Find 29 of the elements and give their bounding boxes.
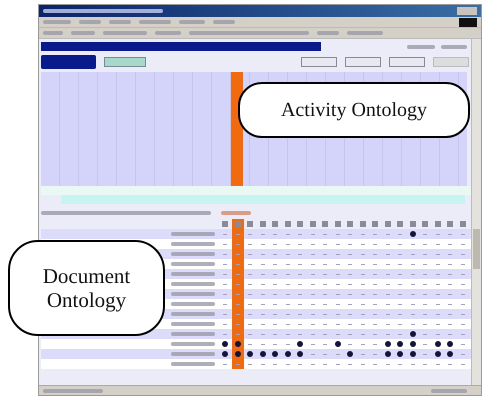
- blurred-status-text: [431, 388, 467, 392]
- column-header-cell[interactable]: [232, 219, 244, 229]
- blurred-text: [171, 322, 215, 326]
- callout-label: Document Ontology: [8, 240, 165, 336]
- blurred-link[interactable]: [441, 44, 467, 48]
- browser-logo-icon: [459, 18, 477, 26]
- blurred-text: [171, 312, 215, 316]
- blurred-text: [171, 292, 215, 296]
- blurred-text: [171, 242, 215, 246]
- blurred-text: [171, 232, 215, 236]
- blurred-text: [171, 272, 215, 276]
- blurred-text: [171, 262, 215, 266]
- blurred-text: [171, 252, 215, 256]
- blurred-text: [171, 282, 215, 286]
- blurred-text: [171, 342, 215, 346]
- dropdown-field[interactable]: [104, 57, 146, 67]
- page-logo: [41, 55, 96, 69]
- page-button[interactable]: [345, 57, 381, 67]
- scrollbar[interactable]: [471, 39, 481, 385]
- blurred-text: [171, 362, 215, 366]
- blurred-text: [171, 332, 215, 336]
- blurred-text: [171, 352, 215, 356]
- blurred-link[interactable]: [221, 211, 251, 215]
- page-button[interactable]: [301, 57, 337, 67]
- blurred-text: [171, 302, 215, 306]
- blurred-status-text: [43, 388, 103, 392]
- callout-label: Activity Ontology: [238, 82, 470, 138]
- blurred-link[interactable]: [407, 44, 435, 48]
- page-button[interactable]: [389, 57, 425, 67]
